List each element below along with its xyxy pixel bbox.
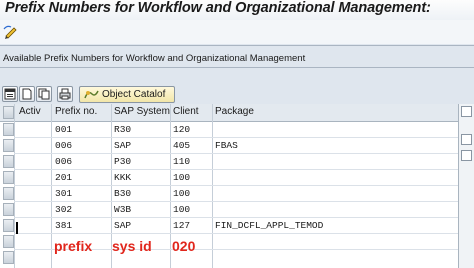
table-row[interactable]: 302 W3B 100 xyxy=(0,202,458,217)
vertical-scrollbar[interactable] xyxy=(458,104,474,268)
cell-prefix: 302 xyxy=(55,204,73,215)
cell-client: 100 xyxy=(173,172,191,183)
annotation-prefix: prefix xyxy=(54,238,93,254)
table-row[interactable]: 001 R30 120 xyxy=(0,122,458,137)
cell-sap-system: W3B xyxy=(114,204,132,215)
row-selector[interactable] xyxy=(3,251,14,264)
cell-sap-system: R30 xyxy=(114,124,132,135)
frame-separator xyxy=(0,67,474,68)
col-header-client[interactable]: Client xyxy=(173,106,199,117)
table-row[interactable]: 006 SAP 405 FBAS xyxy=(0,138,458,153)
table-header: Activ Prefix no. SAP System Client Packa… xyxy=(0,104,458,122)
cell-sap-system: KKK xyxy=(114,172,132,183)
catalog-icon xyxy=(84,90,99,99)
table-row[interactable]: 201 KKK 100 xyxy=(0,170,458,185)
cell-prefix: 006 xyxy=(55,156,73,167)
print-button[interactable] xyxy=(57,86,73,102)
table-row[interactable]: 301 B30 100 xyxy=(0,186,458,201)
page-title: Prefix Numbers for Workflow and Organiza… xyxy=(5,0,431,16)
application-toolbar xyxy=(0,20,474,44)
cell-sap-system: SAP xyxy=(114,140,132,151)
table-row[interactable]: 006 P30 110 xyxy=(0,154,458,169)
row-selector[interactable] xyxy=(3,139,14,152)
col-header-package[interactable]: Package xyxy=(215,106,254,117)
cell-client: 110 xyxy=(173,156,191,167)
col-header-activ[interactable]: Activ xyxy=(19,106,41,117)
details-button[interactable] xyxy=(2,86,18,102)
cell-prefix: 006 xyxy=(55,140,73,151)
details-icon xyxy=(4,88,16,100)
cell-prefix: 381 xyxy=(55,220,73,231)
col-header-prefix[interactable]: Prefix no. xyxy=(55,106,97,117)
object-catalog-button[interactable]: Object Catalof xyxy=(79,86,175,103)
cell-prefix: 001 xyxy=(55,124,73,135)
cell-client: 100 xyxy=(173,188,191,199)
select-all-rows[interactable] xyxy=(3,106,14,119)
cell-client: 405 xyxy=(173,140,191,151)
title-bar: Prefix Numbers for Workflow and Organiza… xyxy=(0,0,474,20)
scroll-up-button[interactable] xyxy=(461,106,472,117)
row-selector[interactable] xyxy=(3,123,14,136)
cell-package: FBAS xyxy=(215,140,238,151)
frame-title: Available Prefix Numbers for Workflow an… xyxy=(3,53,306,64)
table-row[interactable]: 381 SAP 127 FIN_DCFL_APPL_TEMOD xyxy=(0,218,458,233)
cell-client: 100 xyxy=(173,204,191,215)
object-catalog-label: Object Catalof xyxy=(102,89,166,100)
scroll-handle[interactable] xyxy=(461,134,472,145)
copy-icon xyxy=(38,88,50,100)
col-header-sap-system[interactable]: SAP System xyxy=(114,106,170,117)
cell-package: FIN_DCFL_APPL_TEMOD xyxy=(215,220,324,231)
row-selector[interactable] xyxy=(3,203,14,216)
annotation-sys-id: sys id xyxy=(112,238,152,254)
new-entry-button[interactable] xyxy=(19,86,35,102)
row-selector[interactable] xyxy=(3,219,14,232)
separator xyxy=(0,45,474,46)
annotation-client: 020 xyxy=(172,238,196,254)
cell-client: 120 xyxy=(173,124,191,135)
copy-button[interactable] xyxy=(36,86,52,102)
cell-prefix: 201 xyxy=(55,172,73,183)
row-selector[interactable] xyxy=(3,235,14,248)
new-document-icon xyxy=(22,88,32,100)
scroll-down-button[interactable] xyxy=(461,150,472,161)
row-selector[interactable] xyxy=(3,171,14,184)
row-selector[interactable] xyxy=(3,187,14,200)
cell-sap-system: SAP xyxy=(114,220,132,231)
row-selector[interactable] xyxy=(3,155,14,168)
cell-client: 127 xyxy=(173,220,191,231)
printer-icon xyxy=(59,88,71,100)
table-toolbar: Object Catalof xyxy=(0,86,474,104)
edit-pencil-icon[interactable] xyxy=(2,23,20,41)
cell-sap-system: P30 xyxy=(114,156,132,167)
cell-sap-system: B30 xyxy=(114,188,132,199)
cell-prefix: 301 xyxy=(55,188,73,199)
text-cursor xyxy=(16,222,18,234)
